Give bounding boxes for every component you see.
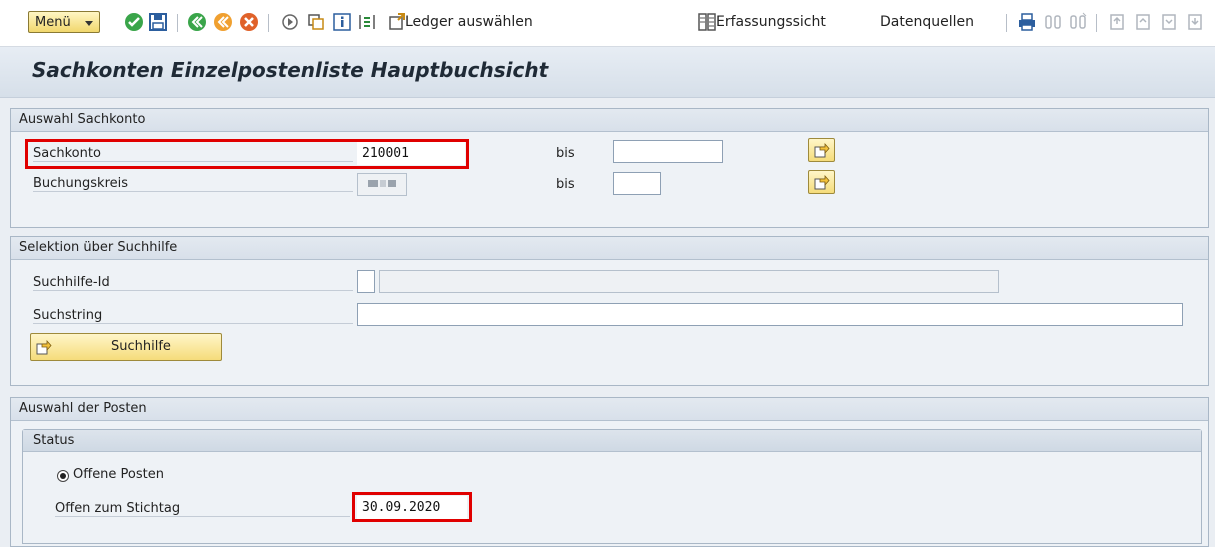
layout-icon[interactable] bbox=[357, 12, 377, 32]
cancel-icon[interactable] bbox=[239, 12, 259, 32]
account-selection-heading: Auswahl Sachkonto bbox=[11, 109, 1208, 132]
company-code-label: Buchungskreis bbox=[33, 176, 353, 192]
open-items-radio[interactable] bbox=[57, 470, 69, 482]
key-date-highlight bbox=[352, 492, 472, 522]
print-icon[interactable] bbox=[1017, 12, 1037, 32]
save-icon[interactable] bbox=[148, 12, 168, 32]
menu-button[interactable]: Menü bbox=[28, 11, 100, 33]
data-sources-button[interactable]: Datenquellen bbox=[880, 14, 974, 30]
toolbar-separator bbox=[268, 14, 269, 32]
gl-account-to-label: bis bbox=[556, 146, 575, 161]
open-at-key-date-label: Offen zum Stichtag bbox=[55, 501, 350, 517]
last-page-icon bbox=[1188, 14, 1202, 30]
gl-account-highlight bbox=[25, 139, 469, 169]
search-help-id-field[interactable] bbox=[357, 270, 375, 293]
check-icon[interactable] bbox=[124, 12, 144, 32]
status-heading: Status bbox=[23, 430, 1201, 452]
find-next-icon bbox=[1070, 12, 1087, 29]
company-code-field[interactable] bbox=[357, 173, 407, 196]
page-title: Sachkonten Einzelpostenliste Hauptbuchsi… bbox=[32, 58, 549, 82]
search-string-label: Suchstring bbox=[33, 308, 353, 324]
status-subgroup: Status bbox=[22, 429, 1202, 544]
entry-view-icon[interactable] bbox=[697, 12, 717, 32]
search-help-id-label: Suchhilfe-Id bbox=[33, 275, 353, 291]
title-bar: Sachkonten Einzelpostenliste Hauptbuchsi… bbox=[0, 47, 1215, 98]
back-icon[interactable] bbox=[187, 12, 207, 32]
search-help-button[interactable]: Suchhilfe bbox=[30, 333, 222, 361]
next-page-icon bbox=[1162, 14, 1176, 30]
first-page-icon bbox=[1110, 14, 1124, 30]
previous-page-icon bbox=[1136, 14, 1150, 30]
open-items-label: Offene Posten bbox=[73, 467, 164, 482]
gl-account-multiple-selection-button[interactable] bbox=[808, 138, 835, 162]
company-code-to-field[interactable] bbox=[613, 172, 661, 195]
chevron-down-icon bbox=[85, 21, 93, 26]
redacted-value-icon bbox=[368, 180, 396, 187]
ledger-icon[interactable] bbox=[387, 12, 407, 32]
toolbar-separator bbox=[1006, 14, 1007, 32]
company-code-to-label: bis bbox=[556, 177, 575, 192]
execute-icon[interactable] bbox=[280, 12, 300, 32]
gl-account-to-field[interactable] bbox=[613, 140, 723, 163]
ledger-select-button[interactable]: Ledger auswählen bbox=[405, 14, 533, 30]
search-help-heading: Selektion über Suchhilfe bbox=[11, 237, 1208, 260]
toolbar-separator bbox=[1096, 14, 1097, 32]
application-toolbar: Menü Ledger auswählen Erfassungssicht Da… bbox=[0, 0, 1215, 47]
multiple-selection-arrow-icon bbox=[814, 174, 830, 190]
exit-icon[interactable] bbox=[213, 12, 233, 32]
multiple-selection-arrow-icon bbox=[814, 142, 830, 158]
search-help-arrow-icon bbox=[36, 339, 52, 355]
search-help-description-field bbox=[379, 270, 999, 293]
info-icon[interactable] bbox=[332, 12, 352, 32]
item-selection-heading: Auswahl der Posten bbox=[11, 398, 1208, 421]
company-code-multiple-selection-button[interactable] bbox=[808, 170, 835, 194]
entry-view-button[interactable]: Erfassungssicht bbox=[716, 14, 826, 30]
search-help-button-label: Suchhilfe bbox=[111, 339, 171, 354]
find-icon bbox=[1045, 15, 1061, 29]
menu-button-label: Menü bbox=[35, 14, 71, 30]
search-string-field[interactable] bbox=[357, 303, 1183, 326]
variant-icon[interactable] bbox=[306, 12, 326, 32]
toolbar-separator bbox=[177, 14, 178, 32]
